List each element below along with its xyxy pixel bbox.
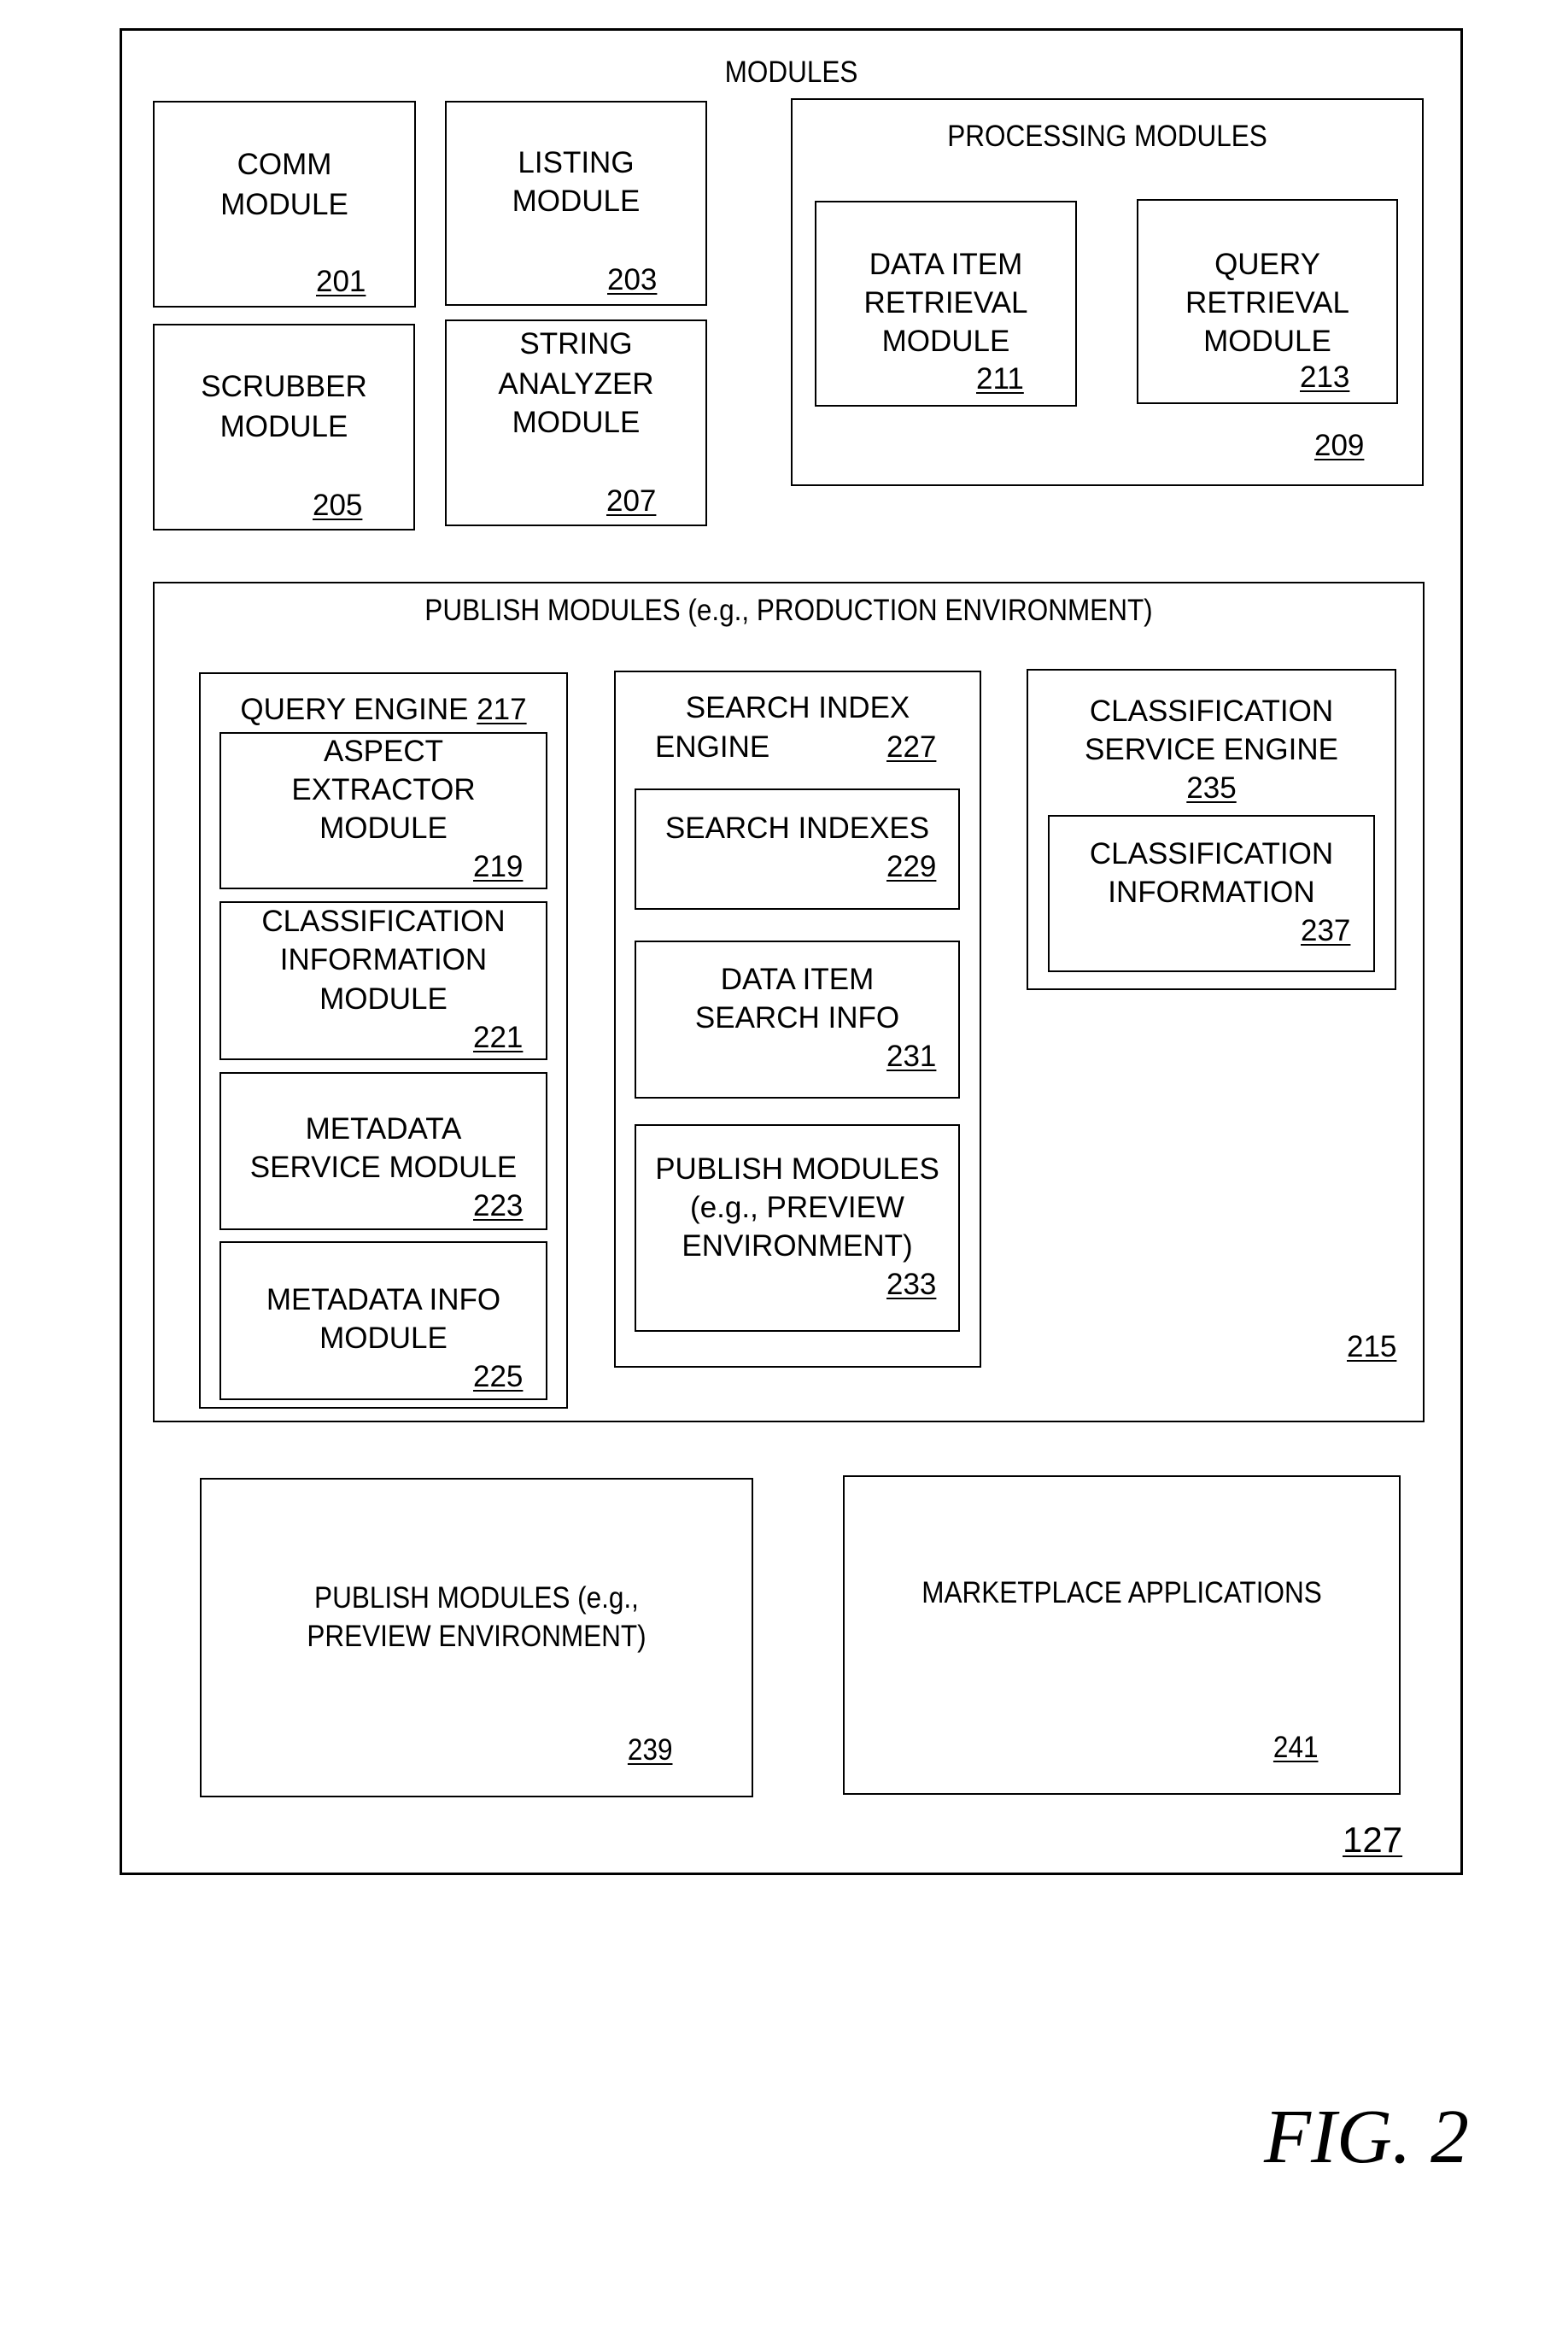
classification-information-line2: INFORMATION — [1108, 876, 1315, 909]
data-item-retrieval-label-line1: DATA ITEM — [869, 248, 1023, 281]
aspect-extractor-ref: 219 — [473, 850, 524, 883]
data-item-search-info-line1: DATA ITEM — [720, 963, 875, 996]
metadata-service-module-line2: SERVICE MODULE — [249, 1151, 518, 1184]
classification-information-line1: CLASSIFICATION — [1089, 837, 1334, 870]
reference-127: 127 — [1343, 1820, 1403, 1860]
listing-module-label-line2: MODULE — [512, 185, 641, 218]
processing-modules-title: PROCESSING MODULES — [947, 120, 1267, 153]
search-index-engine-ref: 227 — [886, 730, 937, 764]
publish-preview-line1: PUBLISH MODULES (e.g., — [314, 1581, 639, 1615]
listing-module-ref: 203 — [607, 263, 658, 296]
search-index-engine-title-line2: ENGINE — [655, 730, 770, 764]
publish-production-title: PUBLISH MODULES (e.g., PRODUCTION ENVIRO… — [424, 594, 1153, 627]
publish-production-ref: 215 — [1347, 1330, 1397, 1363]
data-item-retrieval-label-line2: RETRIEVAL — [863, 286, 1028, 319]
classification-information-ref: 237 — [1301, 914, 1351, 947]
query-retrieval-label-line1: QUERY — [1214, 248, 1320, 281]
publish-preview-inner-line1: PUBLISH MODULES — [655, 1152, 939, 1186]
search-indexes-label: SEARCH INDEXES — [664, 812, 930, 845]
data-item-search-info-ref: 231 — [886, 1040, 937, 1073]
comm-module-label-line2: MODULE — [220, 188, 348, 221]
data-item-search-info-line2: SEARCH INFO — [694, 1001, 900, 1035]
modules-title: MODULES — [724, 56, 858, 89]
metadata-info-module-line1: METADATA INFO — [266, 1283, 501, 1316]
classification-service-engine-ref-row: 235 — [1027, 769, 1396, 807]
string-analyzer-label-line3: MODULE — [512, 406, 641, 439]
classification-information-module-line1: CLASSIFICATION — [261, 905, 506, 938]
search-index-engine-title-line1: SEARCH INDEX — [685, 691, 910, 724]
classification-service-engine-ref: 235 — [1186, 771, 1237, 805]
query-retrieval-label-line2: RETRIEVAL — [1185, 286, 1349, 319]
classification-service-engine-line1: CLASSIFICATION — [1089, 695, 1334, 728]
publish-preview-inner-ref: 233 — [886, 1268, 937, 1301]
query-engine-title: QUERY ENGINE 217 — [199, 690, 568, 729]
listing-module-label-line1: LISTING — [518, 146, 635, 179]
aspect-extractor-label-line1: ASPECT — [323, 735, 444, 768]
metadata-info-module-ref: 225 — [473, 1360, 524, 1393]
string-analyzer-ref: 207 — [606, 484, 657, 518]
comm-module-ref: 201 — [316, 265, 366, 298]
scrubber-module-label-line2: MODULE — [219, 410, 348, 443]
classification-information-module-ref: 221 — [473, 1021, 524, 1054]
scrubber-module-label-line1: SCRUBBER — [201, 370, 367, 403]
publish-preview-line2: PREVIEW ENVIRONMENT) — [307, 1620, 647, 1653]
query-engine-title-text: QUERY ENGINE — [240, 693, 469, 726]
aspect-extractor-label-line3: MODULE — [319, 812, 448, 845]
classification-service-engine-line2: SERVICE ENGINE — [1085, 733, 1338, 766]
query-retrieval-ref: 213 — [1300, 360, 1350, 394]
scrubber-module-ref: 205 — [313, 489, 363, 522]
data-item-retrieval-label-line3: MODULE — [881, 325, 1010, 358]
classification-information-module-line2: INFORMATION — [279, 943, 488, 976]
comm-module-label-line1: COMM — [237, 148, 332, 181]
marketplace-applications-label: MARKETPLACE APPLICATIONS — [921, 1576, 1322, 1609]
search-indexes-ref: 229 — [886, 850, 937, 883]
publish-preview-ref: 239 — [627, 1733, 673, 1767]
data-item-retrieval-ref: 211 — [976, 362, 1024, 396]
aspect-extractor-label-line2: EXTRACTOR — [291, 773, 476, 806]
publish-preview-inner-line3: ENVIRONMENT) — [682, 1229, 913, 1263]
metadata-service-module-line1: METADATA — [305, 1112, 462, 1146]
query-retrieval-label-line3: MODULE — [1203, 325, 1331, 358]
classification-information-module-line3: MODULE — [319, 982, 448, 1016]
metadata-info-module-line2: MODULE — [319, 1322, 448, 1355]
processing-modules-ref: 209 — [1314, 429, 1365, 462]
string-analyzer-label-line2: ANALYZER — [498, 367, 654, 401]
string-analyzer-label-line1: STRING — [519, 327, 633, 360]
figure-label: FIG. 2 — [1264, 2095, 1469, 2179]
marketplace-applications-ref: 241 — [1273, 1731, 1319, 1764]
publish-preview-inner-line2: (e.g., PREVIEW — [690, 1191, 904, 1224]
metadata-service-module-ref: 223 — [473, 1189, 524, 1222]
query-engine-ref: 217 — [477, 693, 527, 726]
